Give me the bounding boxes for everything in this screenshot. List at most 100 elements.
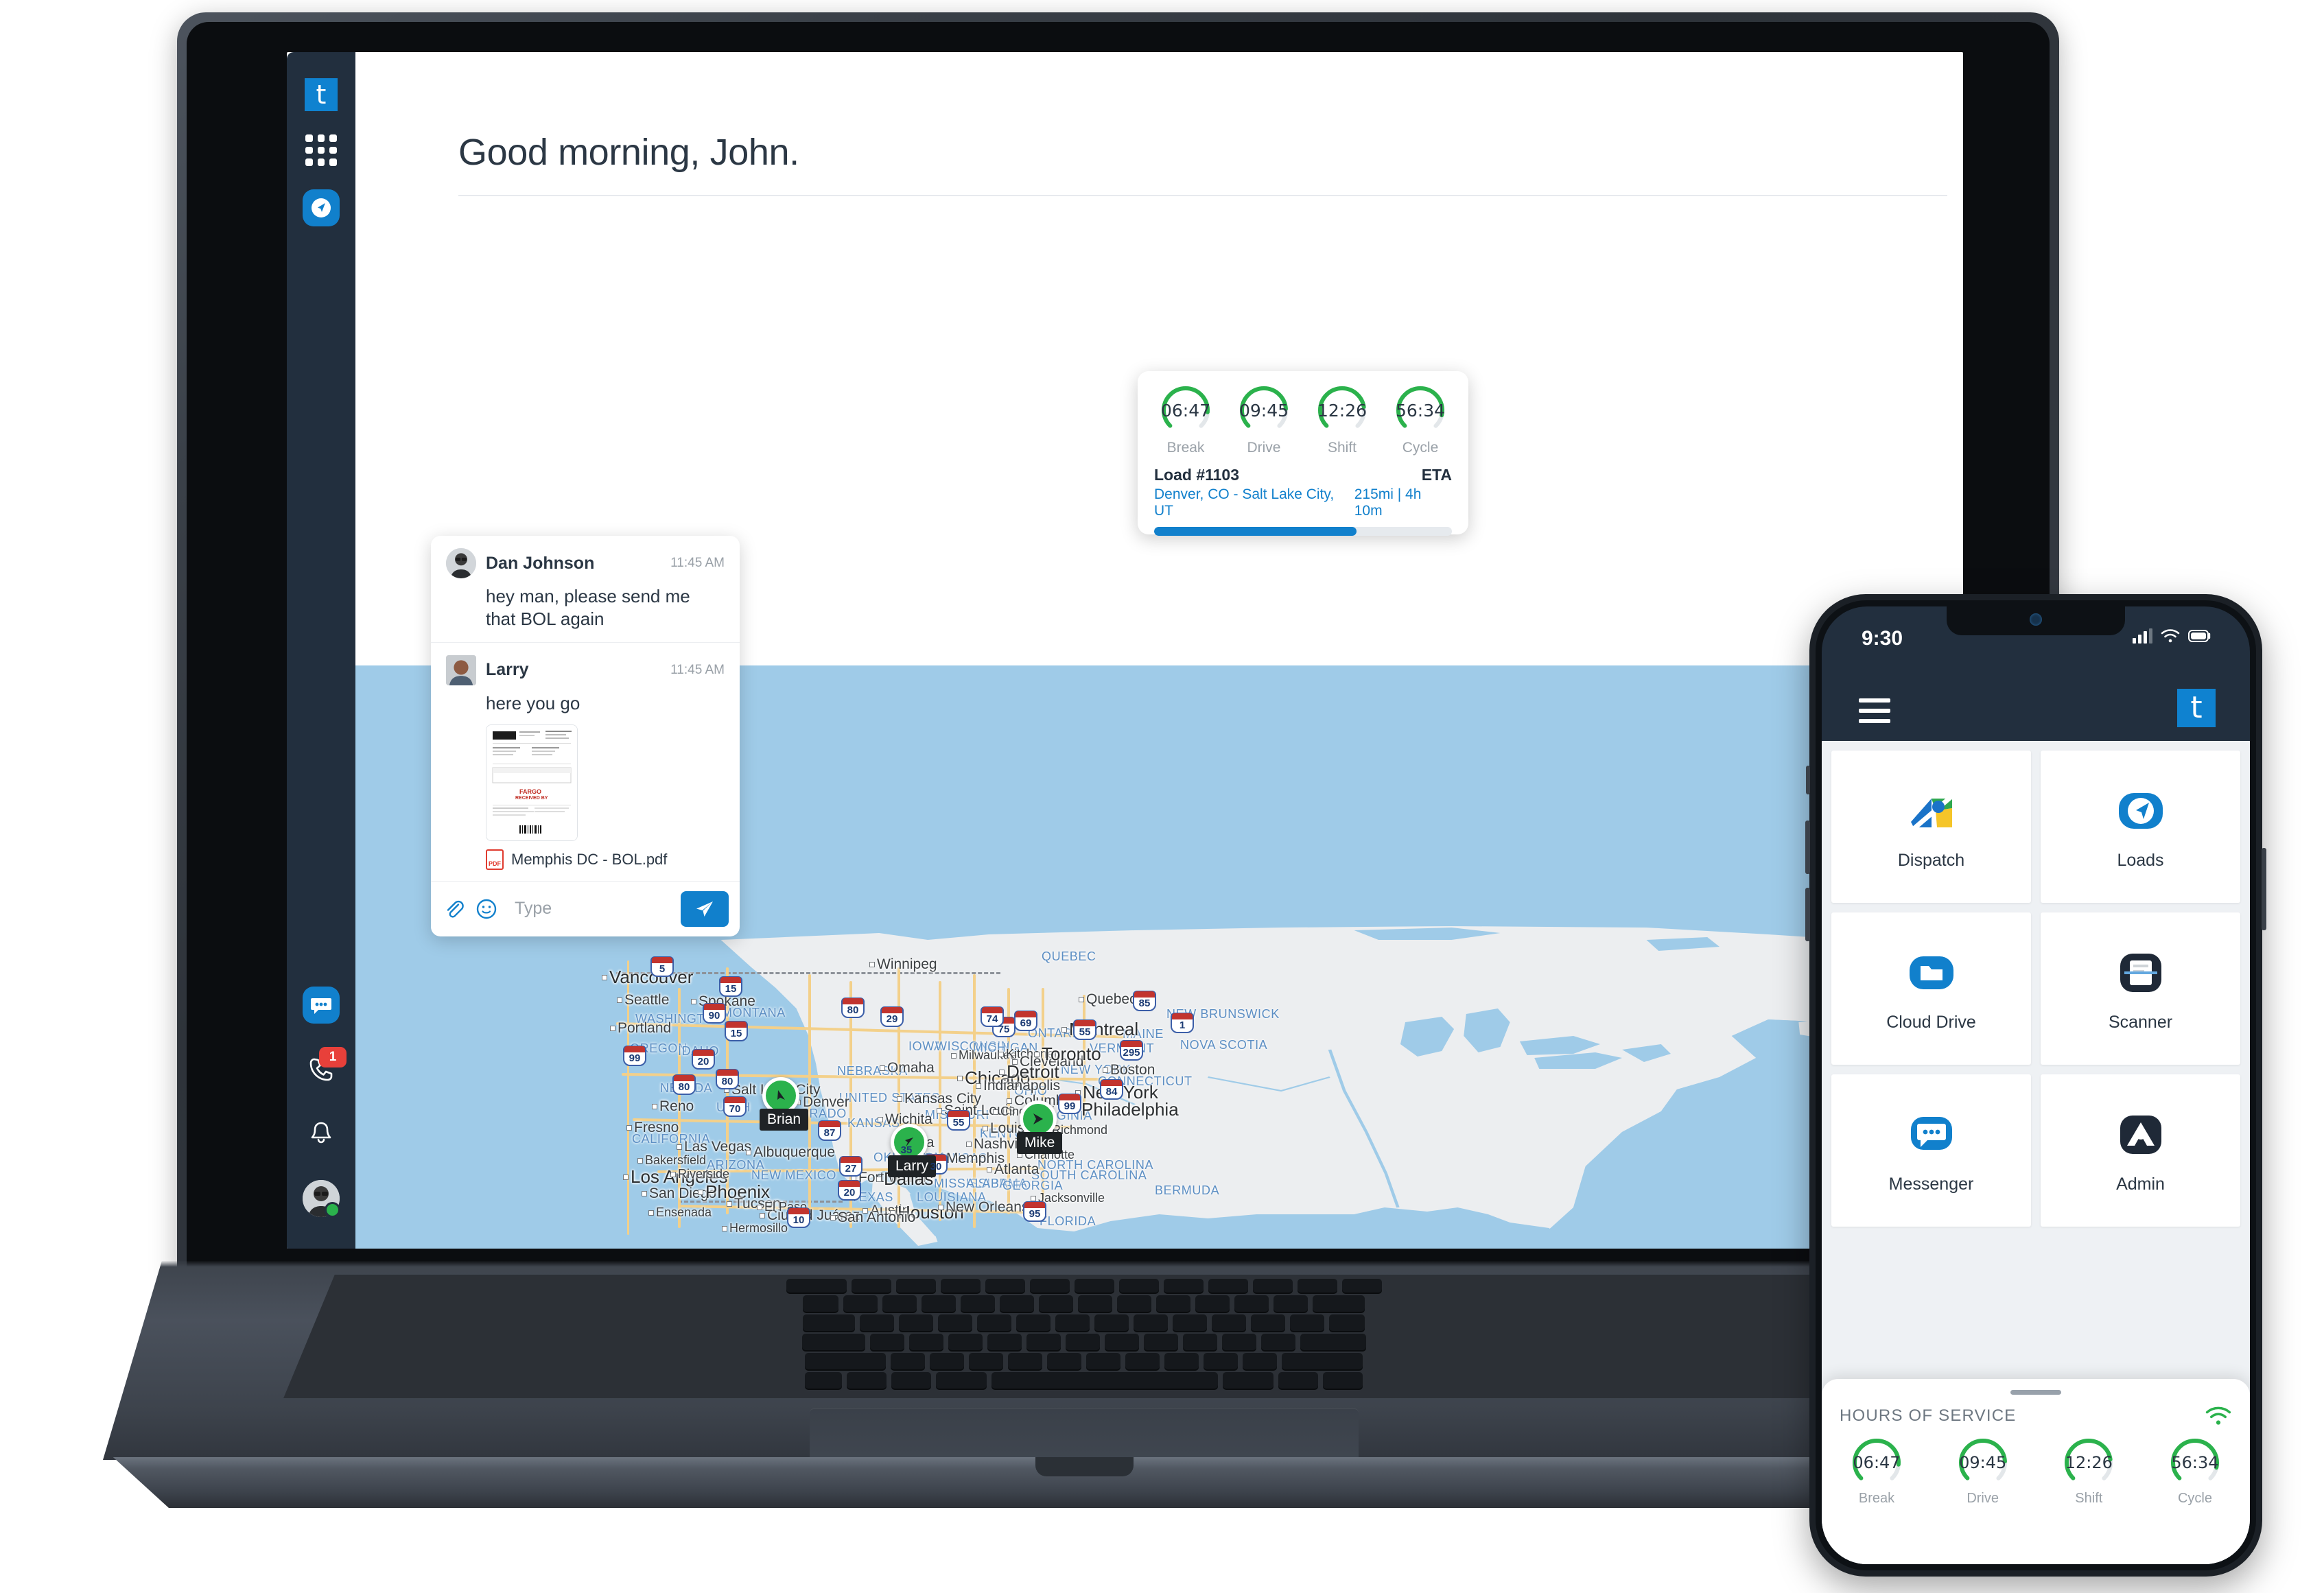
phone-power-button[interactable]: [2262, 848, 2266, 930]
hos-gauge-ring: 12:26: [1317, 385, 1368, 436]
phone-volume-down-button[interactable]: [1805, 888, 1810, 941]
dispatch-map-icon: [1904, 783, 1959, 838]
highway-shield: 80: [841, 998, 865, 1018]
message-text: hey man, please send me that BOL again: [486, 586, 690, 630]
app-tile-loads[interactable]: Loads: [2041, 751, 2240, 903]
hos-card[interactable]: 06:47 Break 09:45 Drive 12:26 Shift 56:34 Cycle…: [1138, 371, 1468, 536]
desktop-screen: t 1 Good morning, John. QUEBEC ONTARIO W…: [287, 52, 1963, 1249]
map-city-label: Fresno: [634, 1120, 679, 1135]
map-city-label: Portland: [618, 1020, 672, 1036]
send-button[interactable]: [681, 890, 729, 927]
map-state-label: FLORIDA: [1040, 1214, 1096, 1228]
chat-bubble-icon: [1904, 1107, 1959, 1162]
attachment-icon[interactable]: [442, 897, 465, 921]
highway-shield: 80: [716, 1069, 739, 1089]
page-title: Good morning, John.: [458, 132, 799, 173]
app-tile-label: Cloud Drive: [1886, 1012, 1976, 1032]
app-tile-cloud-drive[interactable]: Cloud Drive: [1831, 912, 2031, 1065]
phone-front-camera-icon: [2030, 613, 2042, 626]
highway-shield: 55: [947, 1110, 970, 1131]
hamburger-icon[interactable]: [1859, 698, 1890, 729]
hos-gauge-label: Shift: [2075, 1491, 2103, 1506]
app-tile-scanner[interactable]: Scanner: [2041, 912, 2240, 1065]
highway-shield: 95: [1023, 1201, 1046, 1222]
hos-gauge: 06:47 Break: [1154, 385, 1217, 456]
brand-logo[interactable]: t: [2177, 689, 2216, 727]
hos-gauge-label: Drive: [1247, 440, 1281, 456]
emoji-icon[interactable]: [475, 897, 498, 921]
app-tile-label: Messenger: [1888, 1174, 1974, 1194]
load-progress-bar: [1154, 527, 1452, 536]
app-sidebar: t 1: [287, 52, 355, 1249]
highway-shield: 55: [1073, 1019, 1096, 1040]
hos-gauge: 56:34 Cycle: [1389, 385, 1452, 456]
highway-shield: 84: [1100, 1079, 1123, 1100]
attachment-thumbnail[interactable]: FARGO RECEIVED BY: [486, 724, 578, 841]
hos-bottom-sheet[interactable]: HOURS OF SERVICE 06:47 Break 09:45 Drive 12:…: [1822, 1379, 2250, 1564]
person-photo-icon: [446, 654, 476, 685]
map-city-label: Boston: [1110, 1062, 1155, 1078]
sheet-grab-handle[interactable]: [2010, 1390, 2061, 1395]
chat-input[interactable]: Type: [508, 899, 671, 919]
hos-gauge: 09:45 Drive: [1232, 385, 1295, 456]
avatar[interactable]: [303, 1180, 340, 1218]
sidebar-item-notifications[interactable]: [303, 1116, 340, 1153]
brand-logo[interactable]: t: [305, 78, 338, 111]
app-tile-admin[interactable]: Admin: [2041, 1074, 2240, 1227]
admin-icon: [2113, 1107, 2168, 1162]
app-tile-messenger[interactable]: Messenger: [1831, 1074, 2031, 1227]
apps-grid-icon[interactable]: [305, 134, 337, 166]
hos-load-row: Load #1103 ETA: [1154, 466, 1452, 484]
navigation-arrow-icon: [312, 198, 331, 217]
phone-silent-switch[interactable]: [1806, 766, 1810, 794]
hos-gauge-ring: 09:45: [1239, 385, 1289, 436]
attachment-filename: Memphis DC - BOL.pdf: [511, 850, 668, 868]
hos-route-row: Denver, CO - Salt Lake City, UT 215mi | …: [1154, 484, 1452, 519]
map-state-label: QUEBEC: [1042, 949, 1096, 963]
map-city-label: Quebec: [1086, 991, 1137, 1007]
map-city-label: New Orleans: [946, 1199, 1029, 1215]
avatar: [446, 548, 476, 578]
map-state-label: NEW MEXICO: [751, 1168, 837, 1182]
hos-gauge-ring: 56:34: [2170, 1437, 2220, 1488]
battery-icon: [2188, 630, 2211, 642]
messenger-panel[interactable]: Dan Johnson 11:45 AM hey man, please sen…: [431, 536, 740, 936]
hos-gauge: 12:26 Shift: [1311, 385, 1374, 456]
hos-gauge: 12:26 Shift: [2054, 1437, 2123, 1507]
sidebar-item-loads[interactable]: [303, 189, 340, 226]
bell-icon: [311, 1122, 331, 1144]
highway-shield: 15: [725, 1021, 748, 1041]
map-city-label: Bakersfield: [645, 1153, 707, 1167]
highway-shield: 20: [838, 1180, 861, 1201]
highway-shield: 99: [1058, 1094, 1081, 1114]
hos-gauge-label: Break: [1166, 440, 1205, 456]
highway-shield: 85: [1133, 991, 1156, 1011]
calls-badge: 1: [319, 1047, 347, 1067]
highway-shield: 29: [880, 1006, 904, 1027]
app-tile-dispatch[interactable]: Dispatch: [1831, 751, 2031, 903]
hos-gauge-ring: 09:45: [1958, 1437, 2008, 1488]
load-number: Load #1103: [1154, 466, 1240, 484]
hos-gauge-ring: 12:26: [2063, 1437, 2114, 1488]
map-state-label: NOVA SCOTIA: [1180, 1038, 1268, 1052]
sidebar-item-calls[interactable]: 1: [303, 1047, 347, 1088]
attachment-file[interactable]: PDF Memphis DC - BOL.pdf: [486, 849, 725, 870]
driver-arrow-icon: [777, 1090, 785, 1100]
highway-shield: 10: [787, 1207, 810, 1228]
phone-device: 9:30 t Dispatch Loads Cloud Drive Scanne…: [1805, 594, 2266, 1577]
laptop-lid: t 1 Good morning, John. QUEBEC ONTARIO W…: [177, 12, 2059, 1282]
chat-input-row: Type: [431, 880, 740, 936]
sidebar-item-messenger[interactable]: [303, 987, 340, 1024]
hos-gauge-label: Shift: [1327, 440, 1357, 456]
map-city-label: Philadelphia: [1081, 1099, 1179, 1120]
chat-message: Dan Johnson 11:45 AM hey man, please sen…: [431, 536, 740, 642]
hos-gauge-ring: 06:47: [1160, 385, 1211, 436]
hos-gauge-value: 56:34: [1395, 400, 1446, 421]
hos-gauges: 06:47 Break 09:45 Drive 12:26 Shift 56:34 Cycle: [1840, 1437, 2232, 1507]
hos-gauge-value: 56:34: [2171, 1453, 2219, 1472]
app-tile-label: Admin: [2116, 1174, 2165, 1194]
svg-text:FARGO: FARGO: [519, 788, 541, 795]
highway-shield: 27: [839, 1156, 862, 1177]
phone-volume-up-button[interactable]: [1805, 821, 1810, 874]
hos-gauge-label: Cycle: [2177, 1491, 2212, 1506]
